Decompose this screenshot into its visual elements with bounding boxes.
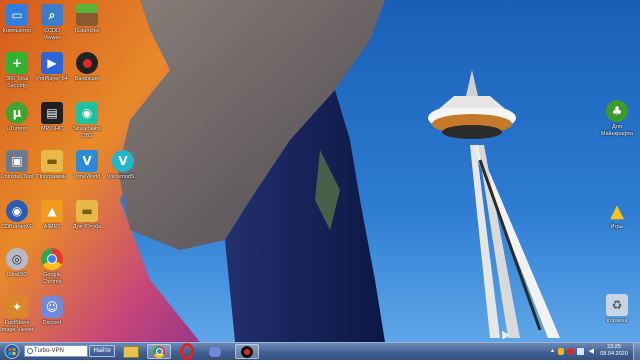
desktop-icon-aimp2[interactable]: ▲ AIMP2: [35, 200, 69, 231]
tray-network-icon[interactable]: [577, 348, 584, 355]
icon-label: CCDD Viewer: [43, 28, 61, 41]
desktop-icon-vimeworld[interactable]: V VimeWorld: [70, 150, 104, 181]
start-button[interactable]: [2, 344, 22, 359]
discord-icon: ☺: [41, 296, 63, 318]
icon-label: MPC-HC: [41, 126, 63, 132]
desktop-icon-games[interactable]: ▲ Игры: [600, 200, 634, 231]
search-input-value: Turbo-VPN: [34, 348, 64, 354]
desktop-icon-faststone[interactable]: ✦ FastStone Image Viewer: [0, 296, 34, 333]
grass-block-icon: [76, 4, 98, 26]
desktop-icon-google-chrome[interactable]: Google Chrome: [35, 248, 69, 285]
icon-label: uTorrent: [6, 126, 28, 132]
taskbar-app-file-explorer[interactable]: [119, 344, 143, 359]
icon-label: 360 Total Security: [5, 76, 29, 89]
icon-label: Discord: [42, 320, 62, 326]
clock-time: 23:25: [607, 344, 621, 350]
search-button[interactable]: Найти: [89, 345, 115, 357]
taskbar-app-bandicam[interactable]: [235, 344, 259, 359]
icon-label: Программы: [37, 174, 67, 180]
desktop-icon-youtube-folder[interactable]: ▬ Для Ютуба: [70, 200, 104, 231]
taskbar: Turbo-VPN Найти ▴ ◀ 23:25 08.04.2020: [0, 342, 640, 360]
icon-label: Для Ютуба: [72, 224, 102, 230]
browser-e-icon: [27, 348, 33, 354]
desktop-icon-programs[interactable]: ▬ Программы: [35, 150, 69, 181]
streamlabs-icon: ◉: [76, 102, 98, 124]
chrome-icon: [153, 345, 165, 358]
desktop-icon-uninstall-tool[interactable]: ▣ Uninstall Tool: [0, 150, 34, 181]
disc-icon: ◎: [6, 248, 28, 270]
clock-date: 08.04.2020: [600, 351, 628, 357]
icon-label: Компьютер: [2, 28, 32, 34]
icon-label: Streamlabs OBS: [73, 126, 101, 139]
tray-volume-icon[interactable]: ◀: [589, 347, 594, 355]
icon-label: PotPlayer 64: [36, 76, 68, 82]
desktop-icon-discord[interactable]: ☺ Discord: [35, 296, 69, 327]
system-clock[interactable]: 23:25 08.04.2020: [598, 344, 630, 358]
icon-label: Bandicam: [74, 76, 100, 82]
icon-label: CDBurnerXP: [1, 224, 33, 230]
desktop-icon-360-total-security[interactable]: + 360 Total Security: [0, 52, 34, 89]
desktop-icon-ccdd-viewer[interactable]: ⌕ CCDD Viewer: [35, 4, 69, 41]
taskbar-app-discord[interactable]: [203, 344, 227, 359]
show-desktop-button[interactable]: [633, 343, 640, 360]
warning-icon: ▲: [610, 200, 624, 222]
icon-label: UltraISO: [6, 272, 28, 278]
desktop-icon-streamlabs-obs[interactable]: ◉ Streamlabs OBS: [70, 102, 104, 139]
taskbar-app-opera[interactable]: [175, 343, 199, 360]
desktop-icon-minecraft-folder[interactable]: ♣ Для Майнкрафта: [600, 100, 634, 137]
magnifier-icon: ⌕: [41, 4, 63, 26]
tree-icon: ♣: [606, 100, 628, 122]
icon-label: TLauncher: [73, 28, 101, 34]
desktop-icon-ultraiso[interactable]: ◎ UltraISO: [0, 248, 34, 279]
aimp-triangle-icon: ▲: [41, 200, 63, 222]
icon-label: Uninstall Tool: [0, 174, 34, 180]
icon-label: VoicemodS...: [106, 174, 140, 180]
icon-label: VimeWorld: [73, 174, 101, 180]
folder-icon: [123, 345, 139, 358]
desktop-icon-utorrent[interactable]: µ uTorrent: [0, 102, 34, 133]
folder-icon: ▬: [41, 150, 63, 172]
vimeworld-icon: V: [76, 150, 98, 172]
play-icon: ▶: [41, 52, 63, 74]
film-icon: ▤: [41, 102, 63, 124]
folder-icon: ▬: [76, 200, 98, 222]
icon-label: Google Chrome: [42, 272, 62, 285]
icon-label: Корзина: [606, 318, 628, 324]
discord-icon: [209, 346, 221, 357]
desktop-icon-voicemod[interactable]: V VoicemodS...: [106, 150, 140, 181]
chrome-icon: [41, 248, 63, 270]
tray-arrow-icon[interactable]: ▴: [551, 347, 554, 354]
tray-record-icon[interactable]: [567, 348, 574, 355]
uninstall-box-icon: ▣: [6, 150, 28, 172]
icon-label: AIMP2: [43, 224, 61, 230]
recycle-bin-icon: ♻: [606, 294, 628, 316]
desktop-icon-potplayer[interactable]: ▶ PotPlayer 64: [35, 52, 69, 83]
record-icon: [76, 52, 98, 74]
record-icon: [241, 345, 253, 358]
icon-label: Для Майнкрафта: [600, 124, 634, 137]
desktop-icon-bandicam[interactable]: Bandicam: [70, 52, 104, 83]
desktop-icon-mpc-hc[interactable]: ▤ MPC-HC: [35, 102, 69, 133]
opera-icon: [180, 343, 194, 360]
plus-shield-icon: +: [6, 52, 28, 74]
desktop-icon-tlauncher[interactable]: TLauncher: [70, 4, 104, 35]
taskbar-app-google-chrome[interactable]: [147, 344, 171, 359]
voicemod-icon: V: [112, 150, 134, 172]
tray-shield-icon[interactable]: [558, 348, 564, 355]
cd-disc-icon: ◉: [6, 200, 28, 222]
icon-label: Игры: [610, 224, 624, 230]
desktop-icon-cdburnerxp[interactable]: ◉ CDBurnerXP: [0, 200, 34, 231]
desktop-icon-recycle-bin[interactable]: ♻ Корзина: [600, 294, 634, 325]
computer-icon: ▭: [6, 4, 28, 26]
windows-logo-icon: [4, 344, 20, 359]
utorrent-icon: µ: [6, 102, 28, 124]
search-input[interactable]: Turbo-VPN: [24, 345, 88, 357]
image-viewer-icon: ✦: [6, 296, 28, 318]
icon-label: FastStone Image Viewer: [0, 320, 34, 333]
desktop-icon-computer[interactable]: ▭ Компьютер: [0, 4, 34, 35]
